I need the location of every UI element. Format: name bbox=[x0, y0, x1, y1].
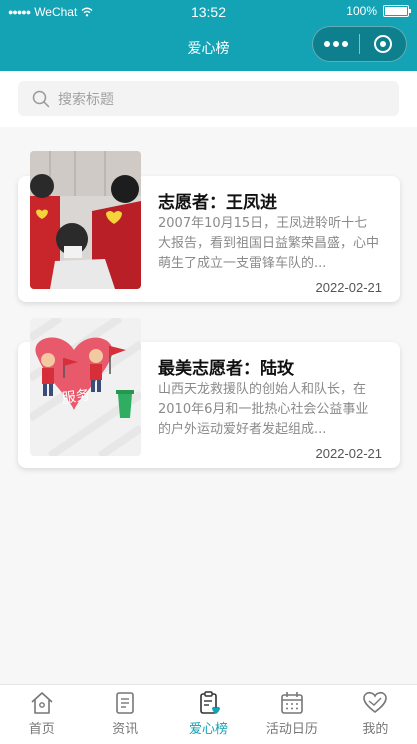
search-icon bbox=[32, 90, 50, 107]
article-thumbnail[interactable] bbox=[30, 151, 141, 289]
article-title: 志愿者：王凤进 bbox=[158, 193, 277, 213]
search-section: 搜索标题 bbox=[0, 71, 417, 127]
volunteer-heart-illustration: 服务 bbox=[30, 318, 141, 456]
tab-news[interactable]: 资讯 bbox=[83, 685, 166, 744]
article-excerpt: 2007年10月15日，王凤进聆听十七大报告，看到祖国日益繁荣昌盛，心中萌生了成… bbox=[158, 216, 380, 271]
calendar-icon bbox=[281, 692, 303, 714]
tab-label: 资讯 bbox=[112, 722, 139, 737]
article-excerpt: 山西天龙救援队的创始人和队长，在2010年6月和一批热心社会公益事业的户外运动爱… bbox=[158, 382, 369, 437]
volunteer-barber-photo bbox=[30, 151, 141, 289]
article-thumbnail[interactable]: 服务 bbox=[30, 318, 141, 456]
search-placeholder: 搜索标题 bbox=[58, 91, 114, 108]
status-bar: ●●●●● WeChat 13:52 100% bbox=[0, 0, 417, 24]
tab-love-ranking[interactable]: 爱心榜 bbox=[167, 685, 250, 744]
tab-label: 我的 bbox=[362, 722, 389, 737]
clipboard-heart-icon bbox=[199, 691, 220, 714]
target-icon bbox=[374, 35, 392, 53]
mini-program-capsule bbox=[312, 26, 407, 62]
close-mini-program-button[interactable] bbox=[360, 27, 406, 61]
search-input[interactable]: 搜索标题 bbox=[18, 81, 399, 116]
article-title: 最美志愿者：陆玫 bbox=[158, 359, 294, 379]
top-bar: ●●●●● WeChat 13:52 100% 爱心榜 bbox=[0, 0, 417, 71]
tab-label: 首页 bbox=[28, 722, 55, 737]
tab-home[interactable]: 首页 bbox=[0, 685, 83, 744]
status-right: 100% bbox=[346, 4, 411, 18]
battery-percent: 100% bbox=[346, 4, 377, 18]
tab-mine[interactable]: 我的 bbox=[334, 685, 417, 744]
tab-bar: 首页 资讯 爱心榜 活动日历 我的 bbox=[0, 684, 417, 744]
document-icon bbox=[116, 692, 134, 714]
tab-label: 活动日历 bbox=[265, 722, 318, 737]
more-menu-button[interactable] bbox=[313, 27, 359, 61]
heart-icon bbox=[363, 691, 388, 714]
tab-label: 爱心榜 bbox=[189, 722, 229, 737]
article-date: 2022-02-21 bbox=[315, 280, 383, 295]
article-date: 2022-02-21 bbox=[315, 446, 383, 461]
tab-calendar[interactable]: 活动日历 bbox=[250, 685, 333, 744]
battery-icon bbox=[383, 5, 411, 17]
home-icon bbox=[31, 692, 53, 714]
